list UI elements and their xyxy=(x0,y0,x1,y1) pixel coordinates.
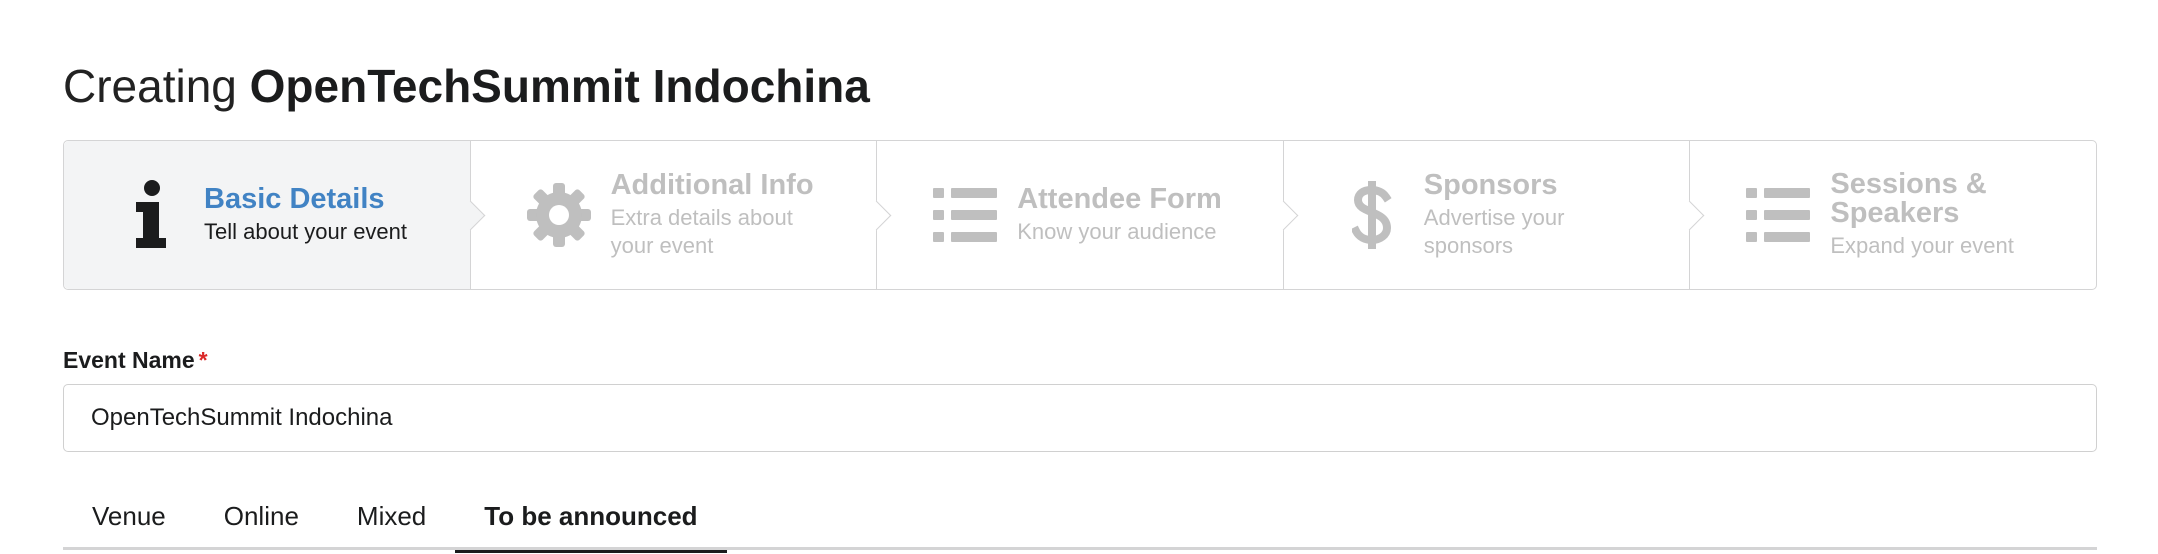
step-attendee-form[interactable]: Attendee Form Know your audience xyxy=(877,141,1299,289)
event-name-input[interactable] xyxy=(63,384,2097,452)
event-name-label: Event Name * xyxy=(63,347,208,374)
step-description: Know your audience xyxy=(1017,218,1217,244)
step-description: Extra details about your event xyxy=(610,204,793,258)
page-title: Creating OpenTechSummit Indochina xyxy=(63,58,870,114)
step-additional-info[interactable]: Additional Info Extra details about your… xyxy=(471,141,892,289)
step-title: Basic Details xyxy=(204,182,385,215)
tab-venue[interactable]: Venue xyxy=(63,482,195,550)
step-description: Expand your event xyxy=(1830,233,2014,258)
step-title: Additional Info xyxy=(610,168,814,201)
gear-icon xyxy=(521,175,597,255)
page-title-event-name: OpenTechSummit Indochina xyxy=(249,60,870,112)
location-type-tabs: Venue Online Mixed To be announced xyxy=(63,482,2097,553)
required-marker: * xyxy=(198,347,208,373)
step-sponsors[interactable]: Sponsors Advertise your sponsors xyxy=(1284,141,1705,289)
tab-online[interactable]: Online xyxy=(195,482,328,550)
step-description: Advertise your sponsors xyxy=(1423,204,1565,258)
step-basic-details[interactable]: Basic Details Tell about your event xyxy=(64,141,485,289)
list-icon xyxy=(1740,175,1816,255)
step-description: Tell about your event xyxy=(204,218,408,244)
tab-mixed[interactable]: Mixed xyxy=(328,482,455,550)
tab-to-be-announced[interactable]: To be announced xyxy=(455,482,727,553)
step-title: Attendee Form xyxy=(1017,182,1222,215)
step-title: Sponsors xyxy=(1423,168,1558,201)
create-event-page: Creating OpenTechSummit Indochina Basic … xyxy=(0,0,2158,554)
list-icon xyxy=(927,175,1003,255)
wizard-steps: Basic Details Tell about your event Addi… xyxy=(63,140,2097,290)
event-name-label-text: Event Name xyxy=(63,347,195,373)
step-title: Sessions & Speakers xyxy=(1830,168,1987,229)
dollar-icon xyxy=(1334,175,1410,255)
step-sessions-speakers[interactable]: Sessions & Speakers Expand your event xyxy=(1690,141,2096,289)
page-title-prefix: Creating xyxy=(63,60,237,112)
info-icon xyxy=(114,175,190,255)
